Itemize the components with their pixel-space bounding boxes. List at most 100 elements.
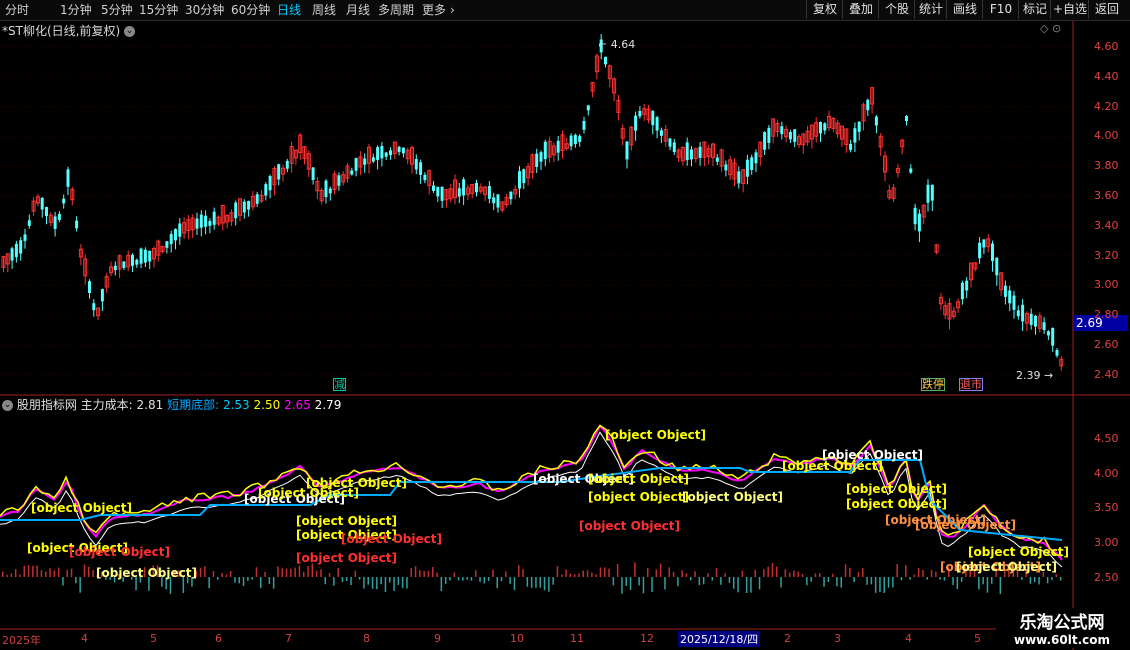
histogram-bar <box>857 572 860 577</box>
histogram-bar <box>423 571 425 577</box>
y-tick: 3.80 <box>1094 159 1119 172</box>
candle-body <box>909 168 913 173</box>
candle-body <box>337 175 341 186</box>
signal-label: [object Object] <box>306 476 407 490</box>
mark-button[interactable]: 标记 <box>1018 0 1051 19</box>
period-tab-more[interactable]: 更多 <box>422 0 446 20</box>
histogram-bar <box>401 577 404 589</box>
stock-button[interactable]: 个股 <box>878 0 915 19</box>
histogram-bar <box>801 573 804 577</box>
histogram-bar <box>556 566 559 577</box>
histogram-bar <box>363 577 365 589</box>
histogram-bar <box>604 567 606 577</box>
chevron-down-icon[interactable]: ⌄ <box>123 26 135 37</box>
histogram-bar <box>479 577 481 582</box>
candle-body <box>763 132 767 150</box>
candle-body <box>40 197 44 210</box>
histogram-bar <box>526 577 529 587</box>
candle-body <box>436 186 440 197</box>
histogram-bar <box>634 562 636 577</box>
histogram-bar <box>75 577 77 584</box>
candle-body <box>995 257 999 276</box>
candle-body <box>960 282 964 300</box>
histogram-bar <box>629 577 632 591</box>
histogram-bar <box>453 572 455 577</box>
period-tab-fenshi[interactable]: 分时 <box>5 0 29 20</box>
signal-label: [object Object] <box>846 482 947 496</box>
statistics-button[interactable]: 统计 <box>914 0 947 19</box>
candle-body <box>857 121 861 132</box>
draw-line-button[interactable]: 画线 <box>946 0 983 19</box>
histogram-bar <box>591 572 593 577</box>
histogram-bar <box>784 569 787 577</box>
chevron-down-icon[interactable]: ⌄ <box>2 400 13 411</box>
histogram-bar <box>543 577 546 591</box>
histogram-bar <box>444 577 447 584</box>
back-button[interactable]: 返回 <box>1088 0 1125 19</box>
candle-body <box>780 126 784 135</box>
candle-body <box>1051 327 1055 346</box>
histogram-bar <box>539 577 541 588</box>
histogram-bar <box>737 577 739 593</box>
histogram-bar <box>930 570 933 577</box>
histogram-bar <box>57 567 60 577</box>
y-tick: 4.20 <box>1094 100 1119 113</box>
signal-label: [object Object] <box>588 472 689 486</box>
candle-body <box>509 191 513 200</box>
candle-body <box>913 207 917 225</box>
period-tab-5min[interactable]: 5分钟 <box>101 0 133 20</box>
add-watchlist-button[interactable]: +自选 <box>1050 0 1089 19</box>
histogram-bar <box>36 565 38 577</box>
histogram-bar <box>384 577 387 592</box>
signal-label: [object Object] <box>588 490 689 504</box>
period-tab-monthly[interactable]: 月线 <box>346 0 370 20</box>
panel-controls-icon[interactable]: ◇ ⊙ <box>1040 22 1061 35</box>
histogram-bar <box>500 577 503 582</box>
histogram-bar <box>389 577 391 583</box>
histogram-bar <box>991 577 993 584</box>
histogram-bar <box>586 570 589 577</box>
period-tab-multi[interactable]: 多周期 <box>378 0 414 20</box>
candle-body <box>543 141 547 160</box>
histogram-bar <box>281 568 283 577</box>
more-chevron-icon[interactable]: › <box>450 0 455 20</box>
histogram-bar <box>320 569 322 577</box>
histogram-bar <box>827 577 830 582</box>
candle-body <box>853 128 857 143</box>
x-axis-label: 6 <box>215 632 222 645</box>
candle-body <box>823 123 827 131</box>
histogram-bar <box>565 569 567 577</box>
f10-button[interactable]: F10 <box>982 0 1019 19</box>
period-tab-weekly[interactable]: 周线 <box>312 0 336 20</box>
y-tick: 4.40 <box>1094 70 1119 83</box>
candle-body <box>793 129 797 142</box>
histogram-bar <box>939 577 941 580</box>
period-tab-1min[interactable]: 1分钟 <box>60 0 92 20</box>
period-tab-30min[interactable]: 30分钟 <box>185 0 224 20</box>
histogram-bar <box>672 572 675 577</box>
histogram-bar <box>1055 574 1057 577</box>
histogram-bar <box>771 562 774 577</box>
histogram-bar <box>1038 577 1040 585</box>
candle-body <box>1016 310 1020 317</box>
histogram-bar <box>694 571 696 577</box>
candle-body <box>819 122 822 134</box>
overlay-button[interactable]: 叠加 <box>842 0 879 19</box>
candle-body <box>754 152 758 164</box>
candle-body <box>638 110 642 117</box>
histogram-bar <box>483 577 486 584</box>
fuquan-button[interactable]: 复权 <box>806 0 843 19</box>
signal-label: [object Object] <box>682 490 783 504</box>
period-tab-15min[interactable]: 15分钟 <box>139 0 178 20</box>
candle-body <box>324 180 328 198</box>
period-tab-daily[interactable]: 日线 <box>277 0 301 20</box>
period-tab-60min[interactable]: 60分钟 <box>231 0 270 20</box>
histogram-bar <box>92 570 94 577</box>
candle-body <box>354 158 358 171</box>
period-toolbar: 分时 1分钟 5分钟 15分钟 30分钟 60分钟 日线 周线 月线 多周期 更… <box>0 0 1130 21</box>
x-axis-label: 2025年 <box>2 634 41 647</box>
y-tick: 4.00 <box>1094 129 1119 142</box>
candle-body <box>242 201 246 213</box>
histogram-bar <box>707 573 709 577</box>
histogram-bar <box>264 571 266 577</box>
